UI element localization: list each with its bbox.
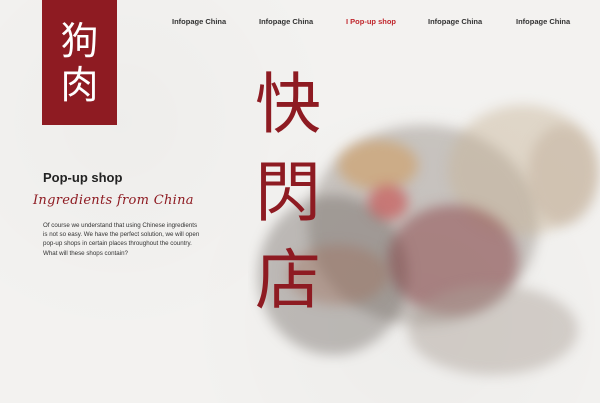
section-subtitle: Ingredients from China [33,193,194,208]
logo-char-2: 肉 [60,62,99,107]
main-nav: Infopage China Infopage China I Pop-up s… [0,17,600,31]
hero-char-2: 閃 [255,154,321,231]
section-title: Pop-up shop [43,170,123,185]
nav-item-infopage-china-1[interactable]: Infopage China [172,17,226,26]
nav-item-infopage-china-2[interactable]: Infopage China [259,17,313,26]
nav-item-infopage-china-4[interactable]: Infopage China [516,17,570,26]
hero-char-3: 店 [255,242,321,319]
section-body-text: Of course we understand that using Chine… [43,222,200,257]
hero-char-1: 快 [255,66,321,143]
nav-item-infopage-china-3[interactable]: Infopage China [428,17,482,26]
nav-item-popup-shop[interactable]: I Pop-up shop [346,17,396,26]
